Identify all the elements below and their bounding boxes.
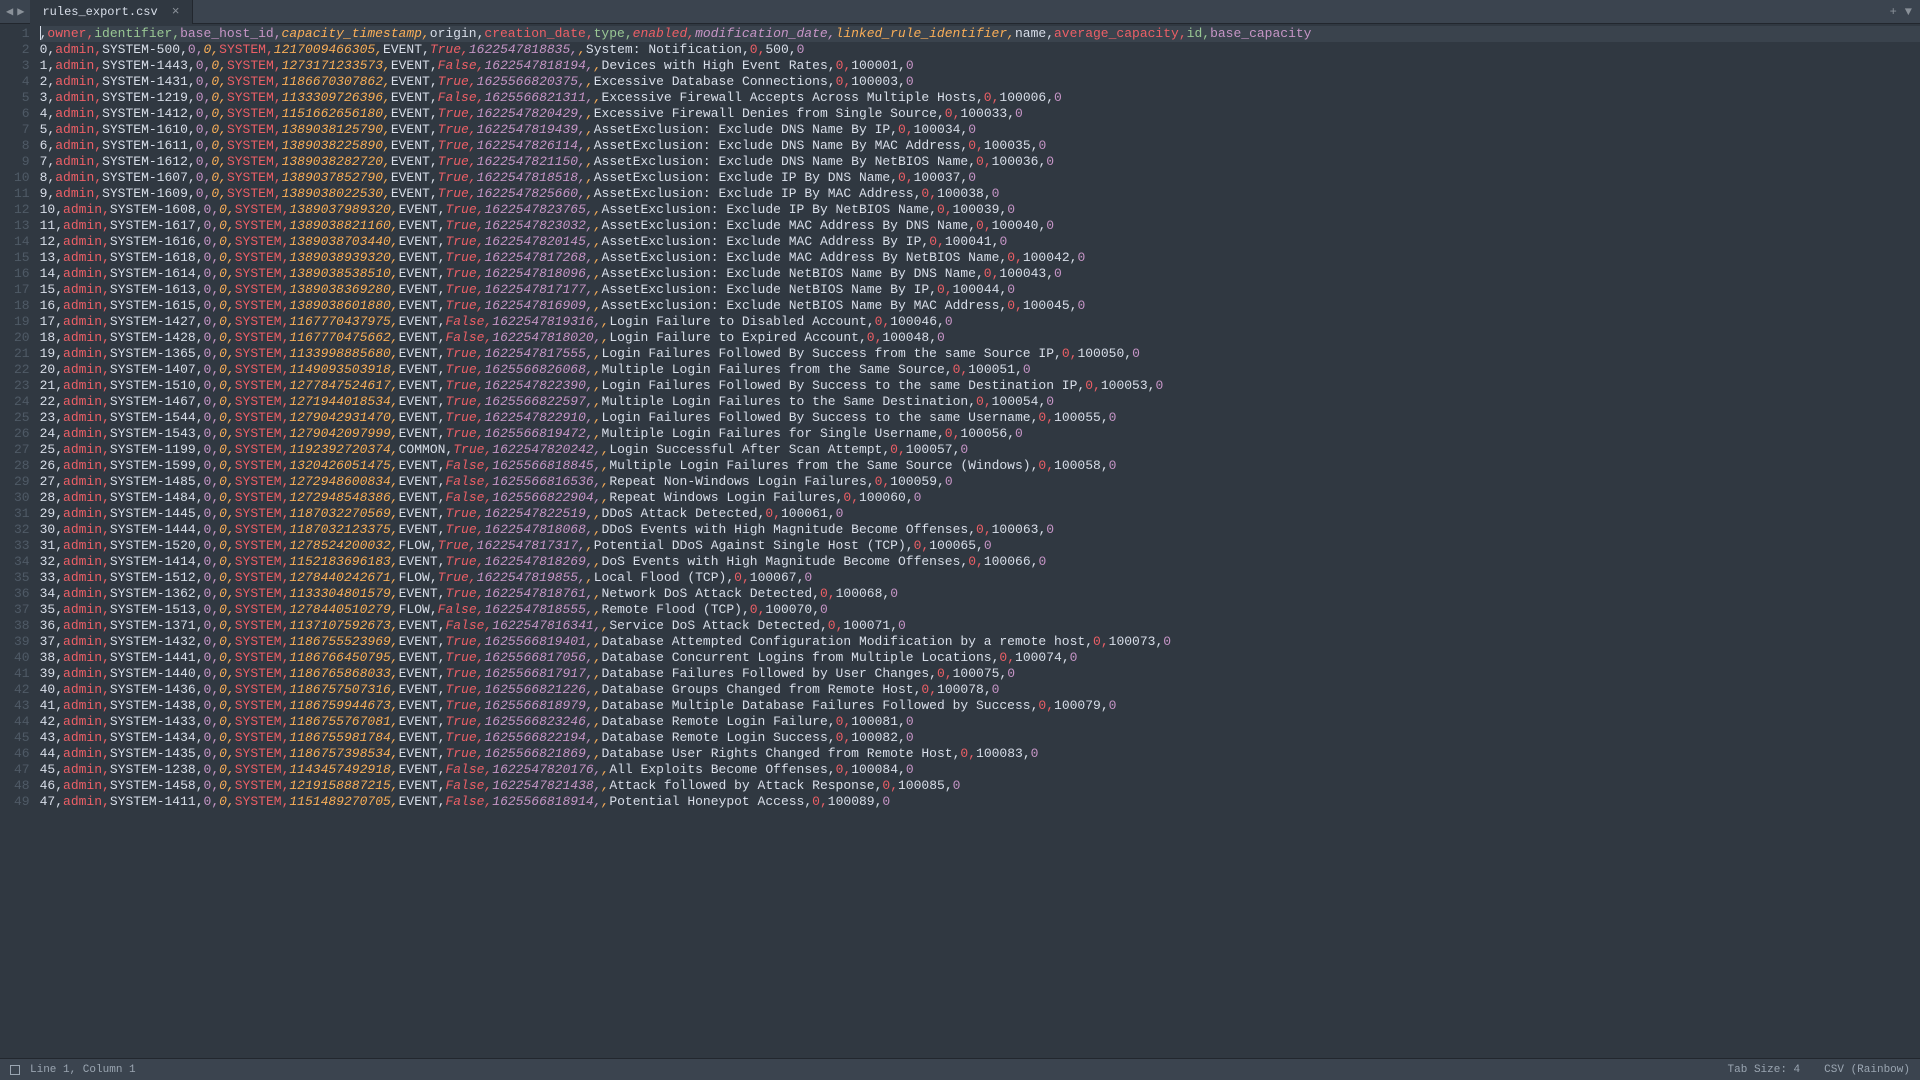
editor-area[interactable]: 1234567891011121314151617181920212223242… — [0, 24, 1920, 1058]
csv-data-row: 42,admin,SYSTEM-1433,0,0,SYSTEM,11867557… — [40, 714, 1920, 730]
csv-data-row: 4,admin,SYSTEM-1412,0,0,SYSTEM,115166265… — [40, 106, 1920, 122]
csv-data-row: 8,admin,SYSTEM-1607,0,0,SYSTEM,138903785… — [40, 170, 1920, 186]
csv-data-row: 36,admin,SYSTEM-1371,0,0,SYSTEM,11371075… — [40, 618, 1920, 634]
csv-data-row: 20,admin,SYSTEM-1407,0,0,SYSTEM,11490935… — [40, 362, 1920, 378]
csv-data-row: 3,admin,SYSTEM-1219,0,0,SYSTEM,113330972… — [40, 90, 1920, 106]
csv-data-row: 0,admin,SYSTEM-500,0,0,SYSTEM,1217009466… — [40, 42, 1920, 58]
csv-data-row: 32,admin,SYSTEM-1414,0,0,SYSTEM,11521836… — [40, 554, 1920, 570]
csv-data-row: 35,admin,SYSTEM-1513,0,0,SYSTEM,12784405… — [40, 602, 1920, 618]
tab-size-indicator[interactable]: Tab Size: 4 — [1728, 1064, 1801, 1076]
csv-data-row: 5,admin,SYSTEM-1610,0,0,SYSTEM,138903812… — [40, 122, 1920, 138]
title-bar: ◀ ▶ rules_export.csv × + ▼ — [0, 0, 1920, 24]
csv-data-row: 45,admin,SYSTEM-1238,0,0,SYSTEM,11434574… — [40, 762, 1920, 778]
csv-data-row: 24,admin,SYSTEM-1543,0,0,SYSTEM,12790420… — [40, 426, 1920, 442]
csv-data-row: 27,admin,SYSTEM-1485,0,0,SYSTEM,12729486… — [40, 474, 1920, 490]
csv-data-row: 47,admin,SYSTEM-1411,0,0,SYSTEM,11514892… — [40, 794, 1920, 810]
status-bar: Line 1, Column 1 Tab Size: 4 CSV (Rainbo… — [0, 1058, 1920, 1080]
cursor-position[interactable]: Line 1, Column 1 — [30, 1064, 136, 1076]
line-number-gutter: 1234567891011121314151617181920212223242… — [0, 24, 40, 1058]
csv-data-row: 28,admin,SYSTEM-1484,0,0,SYSTEM,12729485… — [40, 490, 1920, 506]
csv-data-row: 23,admin,SYSTEM-1544,0,0,SYSTEM,12790429… — [40, 410, 1920, 426]
code-content[interactable]: ,owner,identifier,base_host_id,capacity_… — [40, 24, 1920, 1058]
csv-data-row: 7,admin,SYSTEM-1612,0,0,SYSTEM,138903828… — [40, 154, 1920, 170]
csv-data-row: 16,admin,SYSTEM-1615,0,0,SYSTEM,13890386… — [40, 298, 1920, 314]
csv-data-row: 26,admin,SYSTEM-1599,0,0,SYSTEM,13204260… — [40, 458, 1920, 474]
close-icon[interactable]: × — [172, 4, 180, 19]
csv-data-row: 39,admin,SYSTEM-1440,0,0,SYSTEM,11867658… — [40, 666, 1920, 682]
csv-data-row: 15,admin,SYSTEM-1613,0,0,SYSTEM,13890383… — [40, 282, 1920, 298]
dropdown-icon[interactable]: ▼ — [1905, 5, 1912, 19]
csv-data-row: 17,admin,SYSTEM-1427,0,0,SYSTEM,11677704… — [40, 314, 1920, 330]
csv-data-row: 10,admin,SYSTEM-1608,0,0,SYSTEM,13890379… — [40, 202, 1920, 218]
csv-data-row: 21,admin,SYSTEM-1510,0,0,SYSTEM,12778475… — [40, 378, 1920, 394]
csv-header-row: ,owner,identifier,base_host_id,capacity_… — [40, 26, 1920, 42]
csv-data-row: 31,admin,SYSTEM-1520,0,0,SYSTEM,12785242… — [40, 538, 1920, 554]
csv-data-row: 13,admin,SYSTEM-1618,0,0,SYSTEM,13890389… — [40, 250, 1920, 266]
csv-data-row: 19,admin,SYSTEM-1365,0,0,SYSTEM,11339988… — [40, 346, 1920, 362]
csv-data-row: 34,admin,SYSTEM-1362,0,0,SYSTEM,11333048… — [40, 586, 1920, 602]
csv-data-row: 43,admin,SYSTEM-1434,0,0,SYSTEM,11867559… — [40, 730, 1920, 746]
nav-forward-icon[interactable]: ▶ — [17, 4, 24, 19]
csv-data-row: 33,admin,SYSTEM-1512,0,0,SYSTEM,12784402… — [40, 570, 1920, 586]
csv-data-row: 12,admin,SYSTEM-1616,0,0,SYSTEM,13890387… — [40, 234, 1920, 250]
csv-data-row: 44,admin,SYSTEM-1435,0,0,SYSTEM,11867573… — [40, 746, 1920, 762]
window-controls: + ▼ — [1890, 5, 1920, 19]
csv-data-row: 37,admin,SYSTEM-1432,0,0,SYSTEM,11867555… — [40, 634, 1920, 650]
csv-data-row: 22,admin,SYSTEM-1467,0,0,SYSTEM,12719440… — [40, 394, 1920, 410]
csv-data-row: 14,admin,SYSTEM-1614,0,0,SYSTEM,13890385… — [40, 266, 1920, 282]
syntax-indicator[interactable]: CSV (Rainbow) — [1824, 1064, 1910, 1076]
csv-data-row: 38,admin,SYSTEM-1441,0,0,SYSTEM,11867664… — [40, 650, 1920, 666]
nav-back-icon[interactable]: ◀ — [6, 4, 13, 19]
csv-data-row: 2,admin,SYSTEM-1431,0,0,SYSTEM,118667030… — [40, 74, 1920, 90]
csv-data-row: 11,admin,SYSTEM-1617,0,0,SYSTEM,13890388… — [40, 218, 1920, 234]
csv-data-row: 9,admin,SYSTEM-1609,0,0,SYSTEM,138903802… — [40, 186, 1920, 202]
csv-data-row: 41,admin,SYSTEM-1438,0,0,SYSTEM,11867599… — [40, 698, 1920, 714]
csv-data-row: 25,admin,SYSTEM-1199,0,0,SYSTEM,11923927… — [40, 442, 1920, 458]
nav-arrows: ◀ ▶ — [0, 4, 30, 19]
csv-data-row: 1,admin,SYSTEM-1443,0,0,SYSTEM,127317123… — [40, 58, 1920, 74]
csv-data-row: 29,admin,SYSTEM-1445,0,0,SYSTEM,11870322… — [40, 506, 1920, 522]
tab-filename: rules_export.csv — [42, 5, 157, 19]
csv-data-row: 6,admin,SYSTEM-1611,0,0,SYSTEM,138903822… — [40, 138, 1920, 154]
csv-data-row: 18,admin,SYSTEM-1428,0,0,SYSTEM,11677704… — [40, 330, 1920, 346]
status-panel-icon[interactable] — [10, 1065, 20, 1075]
file-tab[interactable]: rules_export.csv × — [30, 0, 192, 24]
csv-data-row: 40,admin,SYSTEM-1436,0,0,SYSTEM,11867575… — [40, 682, 1920, 698]
csv-data-row: 30,admin,SYSTEM-1444,0,0,SYSTEM,11870321… — [40, 522, 1920, 538]
csv-data-row: 46,admin,SYSTEM-1458,0,0,SYSTEM,12191588… — [40, 778, 1920, 794]
plus-icon[interactable]: + — [1890, 5, 1897, 19]
